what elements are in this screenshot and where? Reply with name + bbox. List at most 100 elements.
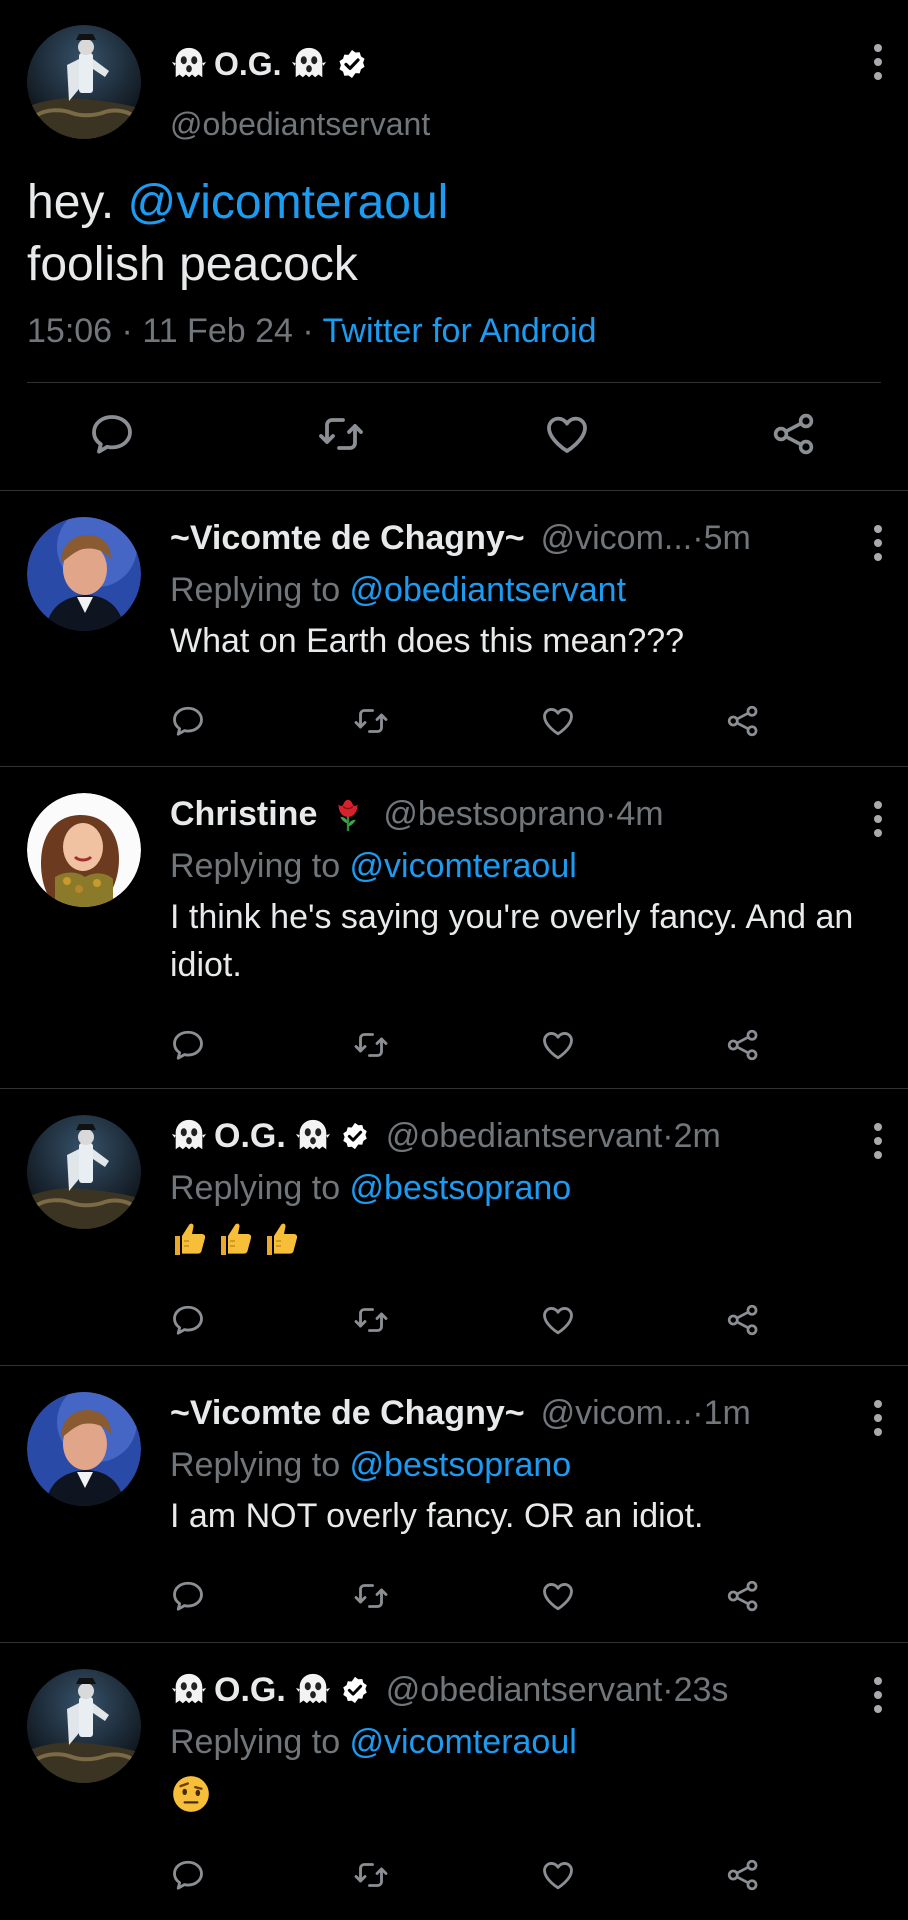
author-handle[interactable]: @vicom... (541, 1394, 693, 1433)
reply-tweet[interactable]: O.G. @obediantservant · 2m Replying to @… (0, 1089, 908, 1365)
reply-icon[interactable] (88, 410, 136, 458)
verified-icon (336, 48, 368, 80)
more-icon[interactable] (872, 525, 884, 561)
ghost-emoji-icon (170, 45, 208, 83)
mention-link[interactable]: @vicomteraoul (128, 176, 449, 229)
reply-icon[interactable] (170, 1302, 206, 1338)
tweet-source-link[interactable]: Twitter for Android (323, 312, 597, 350)
replying-to-link[interactable]: @vicomteraoul (350, 1723, 577, 1761)
reply-icon[interactable] (170, 1857, 206, 1893)
reply-tweet[interactable]: ~Vicomte de Chagny~ @vicom... · 5m Reply… (0, 491, 908, 766)
like-icon[interactable] (540, 703, 576, 739)
author-handle[interactable]: @obediantservant (386, 1117, 662, 1156)
retweet-icon[interactable] (353, 1857, 389, 1893)
divider (27, 382, 881, 383)
reply-text: What on Earth does this mean??? (170, 622, 685, 660)
display-name[interactable]: ~Vicomte de Chagny~ (170, 1394, 525, 1433)
retweet-icon[interactable] (353, 1302, 389, 1338)
reply-icon[interactable] (170, 1578, 206, 1614)
author-name-row: ~Vicomte de Chagny~ @vicom... · 1m (170, 1390, 751, 1436)
replying-to: Replying to @bestsoprano (170, 1446, 571, 1485)
reply-tweet[interactable]: Christine @bestsoprano · 4m Replying to … (0, 767, 908, 1088)
main-tweet: O.G. @obediantservant hey. @vicomteraoul… (0, 0, 908, 490)
like-icon[interactable] (540, 1027, 576, 1063)
author-handle[interactable]: @vicom... (541, 519, 693, 558)
display-name[interactable]: O.G. (214, 1671, 286, 1710)
display-name[interactable]: O.G. (214, 46, 282, 83)
ghost-emoji-icon (290, 45, 328, 83)
reply-time: 4m (616, 794, 664, 833)
like-icon[interactable] (540, 1578, 576, 1614)
reply-tweet[interactable]: O.G. @obediantservant · 23s Replying to … (0, 1643, 908, 1920)
avatar[interactable] (27, 1669, 141, 1783)
author-handle[interactable]: @bestsoprano (383, 795, 605, 834)
like-icon[interactable] (543, 410, 591, 458)
meta-separator: · (292, 312, 323, 350)
replying-to-link[interactable]: @bestsoprano (350, 1169, 572, 1207)
author-name-row: O.G. @obediantservant · 2m (170, 1113, 721, 1159)
avatar[interactable] (27, 517, 141, 631)
meta-separator: · (692, 1393, 704, 1432)
more-icon[interactable] (872, 1123, 884, 1159)
retweet-icon[interactable] (317, 410, 365, 458)
meta-separator: · (662, 1670, 674, 1709)
meta-separator: · (692, 518, 704, 557)
tweet-date: 11 Feb 24 (142, 312, 293, 350)
author-name-row: ~Vicomte de Chagny~ @vicom... · 5m (170, 515, 751, 561)
author-name-row: Christine @bestsoprano · 4m (170, 791, 664, 837)
replying-to-link[interactable]: @bestsoprano (350, 1446, 572, 1484)
replying-to-link[interactable]: @vicomteraoul (350, 847, 577, 885)
replying-to: Replying to @vicomteraoul (170, 1723, 577, 1762)
share-icon[interactable] (725, 1578, 761, 1614)
more-icon[interactable] (872, 44, 884, 80)
reply-time: 23s (673, 1670, 729, 1709)
more-icon[interactable] (872, 1677, 884, 1713)
ghost-emoji-icon (170, 1671, 208, 1709)
more-icon[interactable] (872, 801, 884, 837)
author-handle[interactable]: @obediantservant (170, 106, 430, 143)
share-icon[interactable] (770, 410, 818, 458)
reply-text (170, 1219, 890, 1259)
tweet-text: hey. @vicomteraoul foolish peacock (27, 172, 448, 296)
author-name-row[interactable]: O.G. (170, 42, 368, 86)
tweet-text-prefix: hey. (27, 176, 128, 229)
avatar[interactable] (27, 25, 141, 139)
share-icon[interactable] (725, 1027, 761, 1063)
retweet-icon[interactable] (353, 703, 389, 739)
avatar[interactable] (27, 1392, 141, 1506)
replying-prefix: Replying to (170, 1169, 350, 1207)
replying-prefix: Replying to (170, 847, 350, 885)
ghost-emoji-icon (294, 1671, 332, 1709)
display-name[interactable]: O.G. (214, 1117, 286, 1156)
share-icon[interactable] (725, 1302, 761, 1338)
thumbs-up-emoji-icon (170, 1219, 210, 1259)
retweet-icon[interactable] (353, 1027, 389, 1063)
avatar[interactable] (27, 793, 141, 907)
reply-icon[interactable] (170, 703, 206, 739)
like-icon[interactable] (540, 1857, 576, 1893)
display-name[interactable]: Christine (170, 795, 317, 834)
replying-to: Replying to @bestsoprano (170, 1169, 571, 1208)
replying-to-link[interactable]: @obediantservant (350, 571, 626, 609)
reply-tweet[interactable]: ~Vicomte de Chagny~ @vicom... · 1m Reply… (0, 1366, 908, 1642)
display-name[interactable]: ~Vicomte de Chagny~ (170, 519, 525, 558)
verified-icon (340, 1121, 370, 1151)
replying-to: Replying to @obediantservant (170, 571, 626, 610)
reply-time: 5m (703, 518, 751, 557)
author-handle[interactable]: @obediantservant (386, 1671, 662, 1710)
ghost-emoji-icon (170, 1117, 208, 1155)
reply-icon[interactable] (170, 1027, 206, 1063)
meta-separator: · (605, 794, 617, 833)
share-icon[interactable] (725, 703, 761, 739)
reply-time: 1m (703, 1393, 751, 1432)
replying-to: Replying to @vicomteraoul (170, 847, 577, 886)
share-icon[interactable] (725, 1857, 761, 1893)
verified-icon (340, 1675, 370, 1705)
retweet-icon[interactable] (353, 1578, 389, 1614)
avatar[interactable] (27, 1115, 141, 1229)
replying-prefix: Replying to (170, 571, 350, 609)
thumbs-up-emoji-icon (262, 1219, 302, 1259)
more-icon[interactable] (872, 1400, 884, 1436)
meta-separator: · (662, 1116, 674, 1155)
like-icon[interactable] (540, 1302, 576, 1338)
